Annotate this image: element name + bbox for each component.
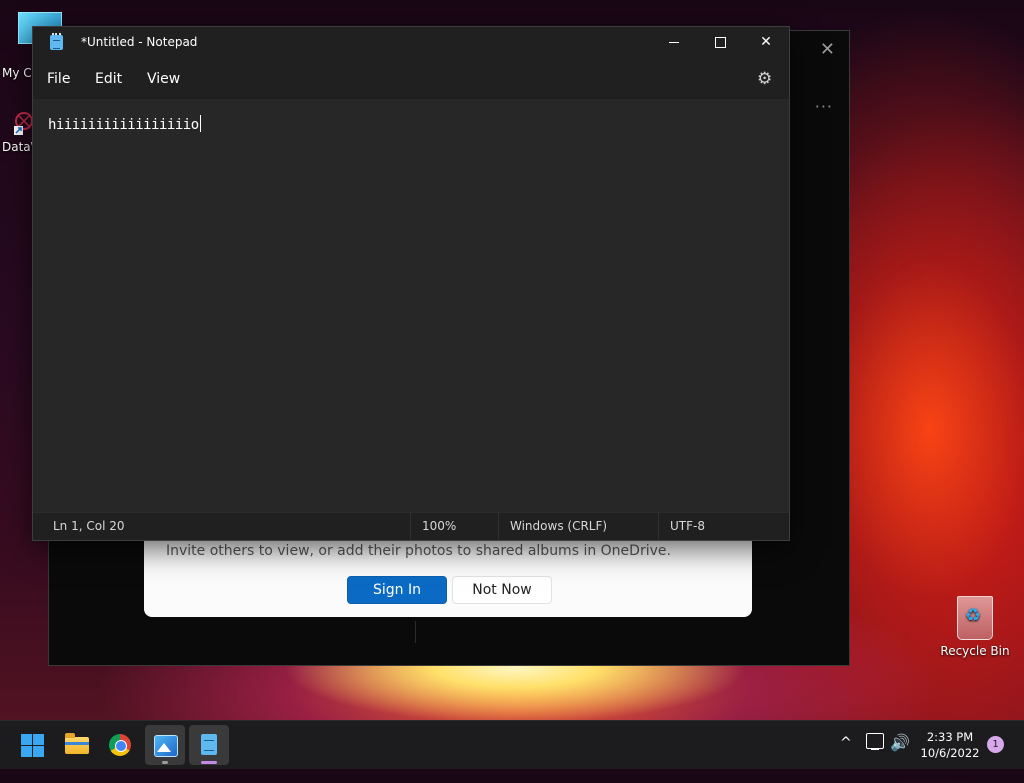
- line-ending: Windows (CRLF): [510, 519, 608, 533]
- window-title: *Untitled - Notepad: [81, 35, 198, 49]
- close-icon[interactable]: ✕: [820, 39, 835, 60]
- encoding: UTF-8: [670, 519, 705, 533]
- close-icon: ✕: [760, 34, 772, 50]
- taskbar-notepad[interactable]: [189, 725, 229, 765]
- notepad-icon: [201, 734, 217, 755]
- network-icon[interactable]: [866, 733, 884, 750]
- onedrive-prompt-message: Invite others to view, or add their phot…: [166, 543, 671, 559]
- cursor-position: Ln 1, Col 20: [53, 519, 125, 533]
- clock[interactable]: 2:33 PM 10/6/2022: [918, 729, 982, 761]
- volume-icon[interactable]: 🔊: [890, 733, 910, 781]
- menu-file[interactable]: File: [47, 71, 70, 87]
- text-editor[interactable]: hiiiiiiiiiiiiiiiiio: [33, 99, 789, 511]
- not-now-button[interactable]: Not Now: [452, 576, 552, 604]
- clock-date: 10/6/2022: [920, 746, 980, 760]
- menu-view[interactable]: View: [147, 71, 180, 87]
- notification-badge[interactable]: 1: [987, 736, 1004, 753]
- close-button[interactable]: ✕: [743, 27, 789, 59]
- document-text: hiiiiiiiiiiiiiiiiio: [48, 115, 201, 133]
- taskbar-file-explorer[interactable]: [56, 725, 96, 765]
- title-bar[interactable]: *Untitled - Notepad ✕: [33, 27, 789, 59]
- folder-icon: [65, 733, 89, 754]
- sign-in-button[interactable]: Sign In: [347, 576, 447, 604]
- active-indicator: [201, 761, 217, 764]
- start-button[interactable]: [12, 725, 52, 765]
- divider: [658, 513, 659, 540]
- notepad-icon: [50, 33, 63, 50]
- running-indicator: [162, 761, 168, 764]
- document-content: hiiiiiiiiiiiiiiiiio: [48, 117, 199, 133]
- taskbar-photos[interactable]: [145, 725, 185, 765]
- desktop-icon-recycle-bin[interactable]: ♻ Recycle Bin: [940, 596, 1010, 658]
- recycle-bin-icon: ♻: [957, 596, 993, 640]
- maximize-button[interactable]: [697, 27, 743, 59]
- clock-time: 2:33 PM: [926, 730, 974, 744]
- more-options-icon[interactable]: ···: [815, 97, 833, 116]
- taskbar: ^ 🔊 2:33 PM 10/6/2022 1: [0, 720, 1024, 769]
- minimize-icon: [669, 42, 679, 43]
- maximize-icon: [715, 37, 726, 48]
- divider: [415, 621, 416, 643]
- settings-gear-icon[interactable]: ⚙: [757, 69, 772, 89]
- text-caret: [199, 115, 201, 132]
- menu-edit[interactable]: Edit: [95, 71, 122, 87]
- minimize-button[interactable]: [651, 27, 697, 59]
- desktop-icon-label: Recycle Bin: [940, 644, 1010, 658]
- notepad-window: *Untitled - Notepad ✕ File Edit View ⚙ h…: [32, 26, 790, 541]
- zoom-level: 100%: [422, 519, 457, 533]
- divider: [498, 513, 499, 540]
- taskbar-chrome[interactable]: [100, 725, 140, 765]
- menu-bar: File Edit View ⚙: [33, 59, 789, 99]
- show-hidden-icons-chevron-icon[interactable]: ^: [840, 735, 852, 783]
- status-bar: Ln 1, Col 20 100% Windows (CRLF) UTF-8: [33, 512, 789, 540]
- divider: [410, 513, 411, 540]
